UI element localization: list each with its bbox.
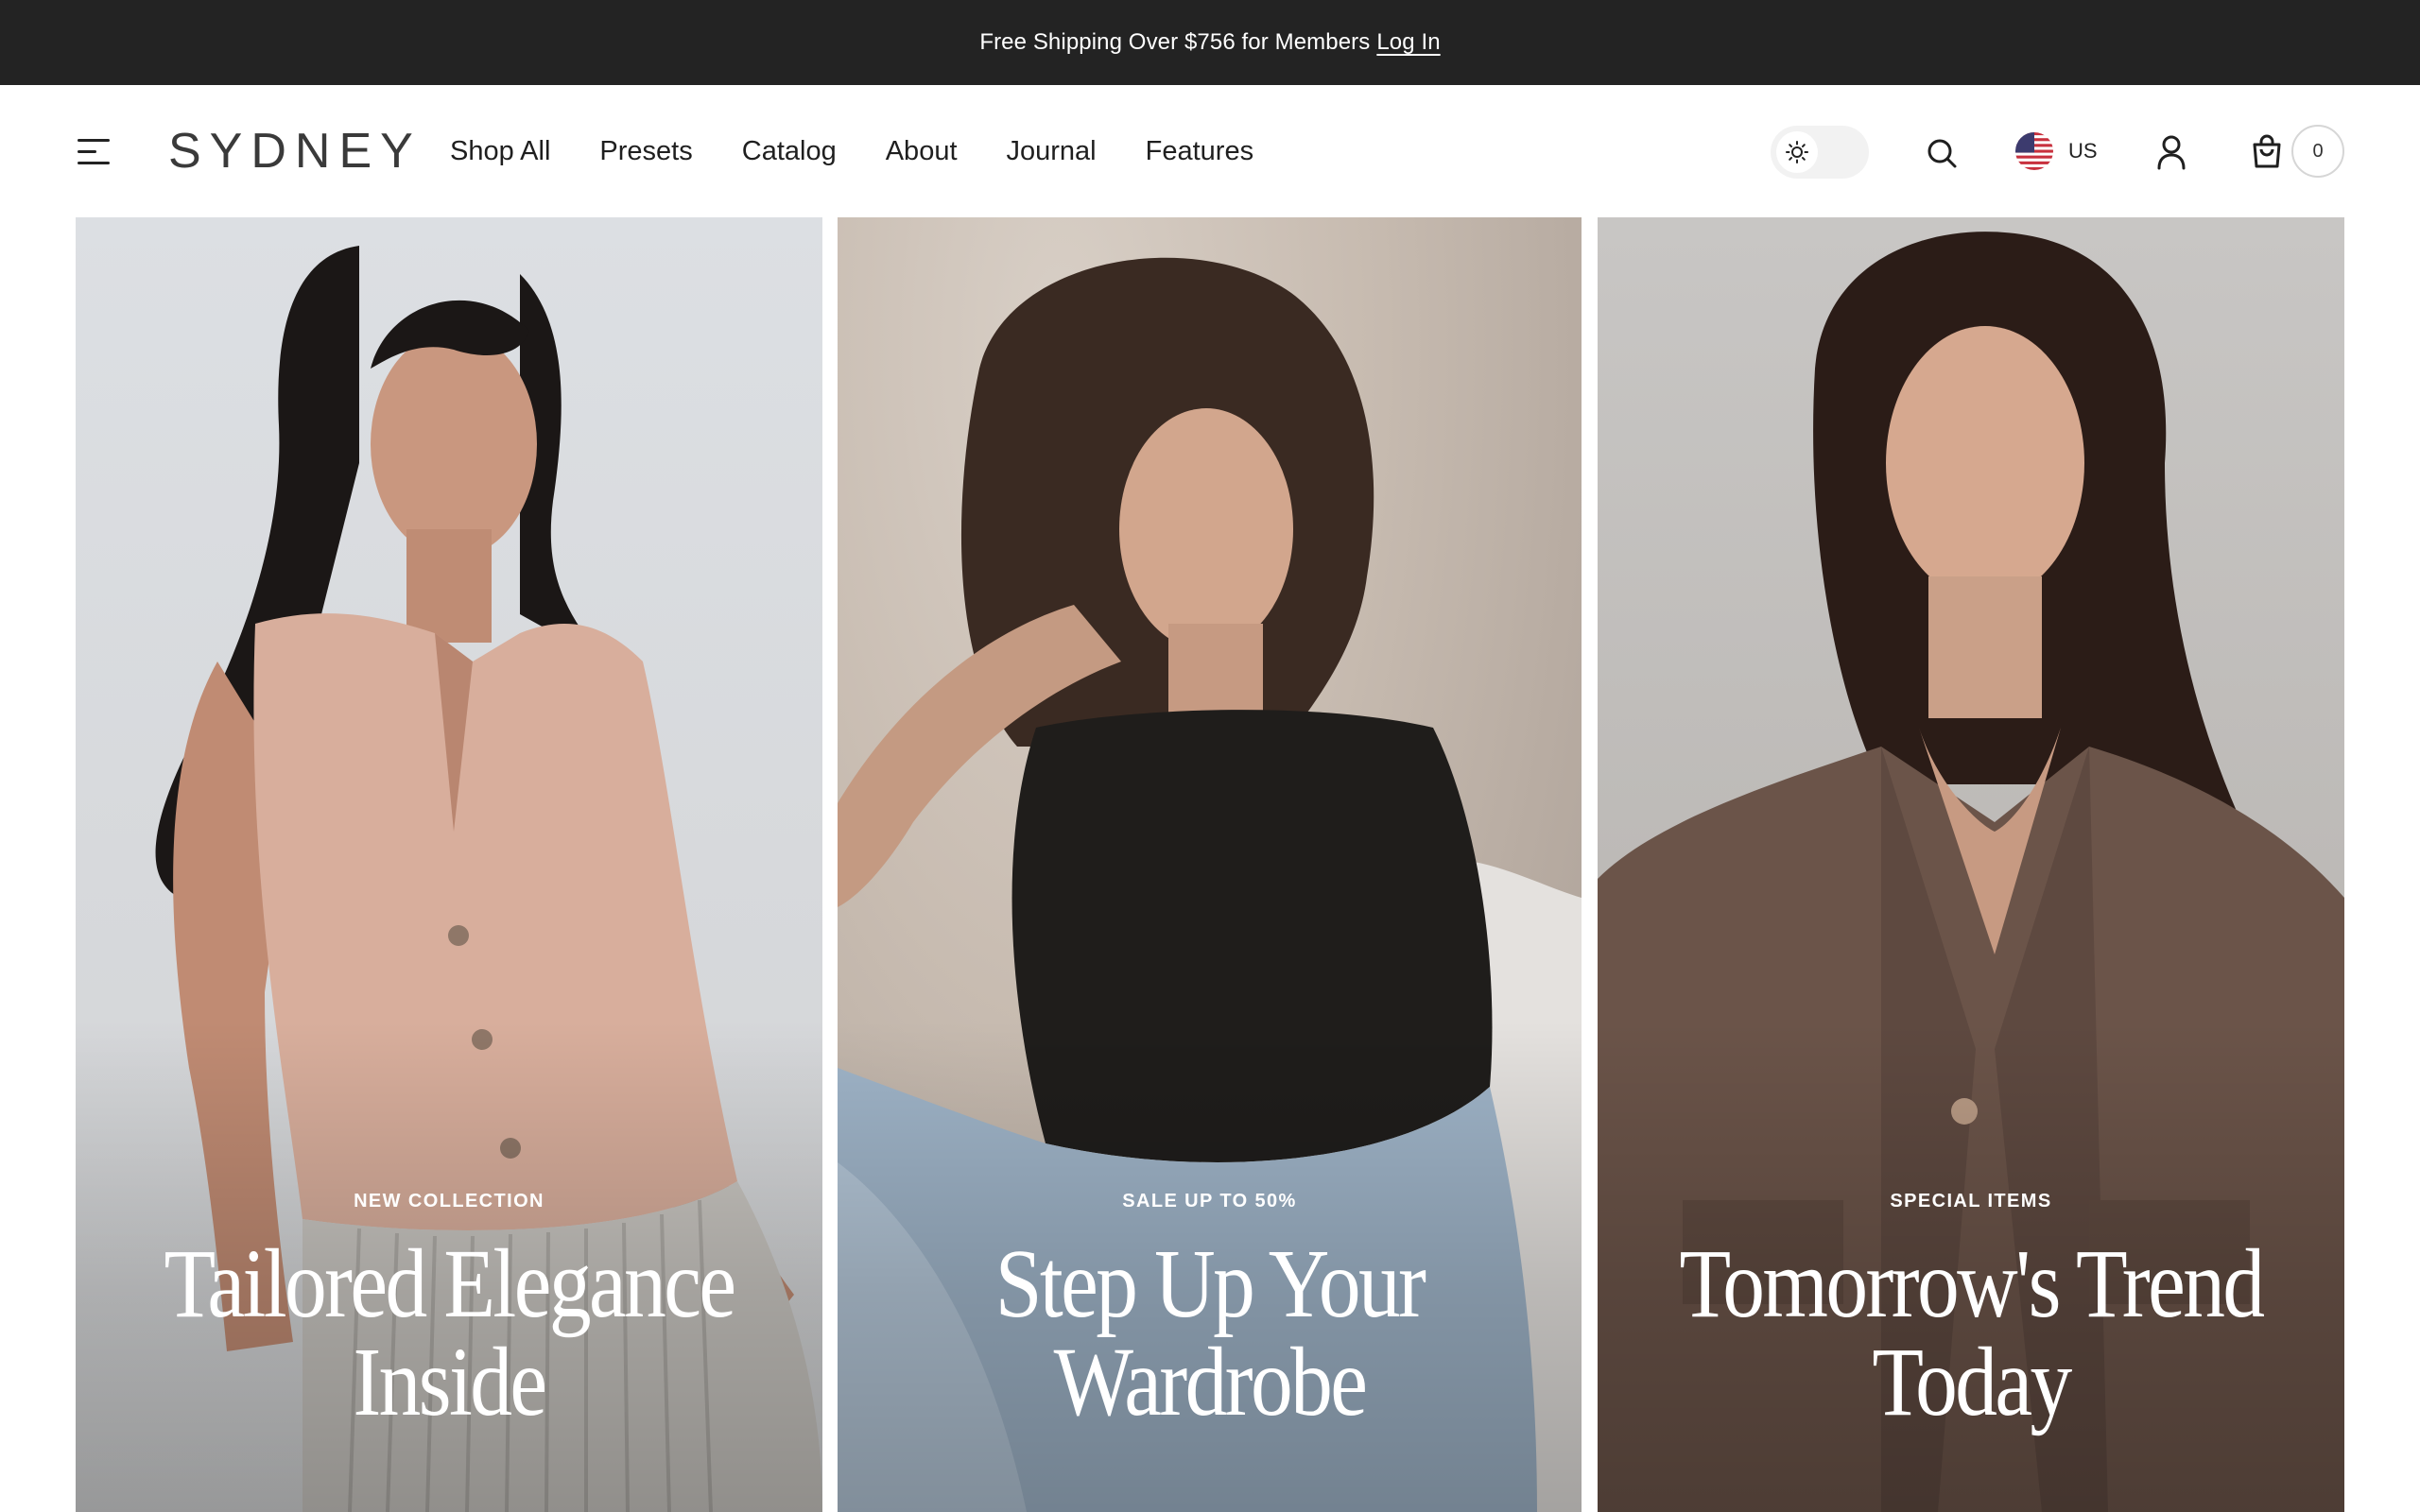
nav-about[interactable]: About	[886, 136, 958, 167]
hero-caption: SALE UP TO 50% Step Up Your Wardrobe	[838, 1191, 1582, 1432]
user-icon[interactable]	[2153, 132, 2189, 172]
hero-caption: SPECIAL ITEMS Tomorrow's Trend Today	[1598, 1191, 2344, 1432]
search-icon[interactable]	[1923, 134, 1961, 172]
locale-selector[interactable]: US	[2015, 130, 2098, 172]
nav-features[interactable]: Features	[1146, 136, 1253, 167]
locale-code: US	[2068, 139, 2098, 163]
hamburger-menu-icon[interactable]	[78, 137, 112, 167]
nav-presets[interactable]: Presets	[599, 136, 692, 167]
hero-eyebrow: SALE UP TO 50%	[1122, 1191, 1297, 1211]
hero-panel-sale[interactable]: SALE UP TO 50% Step Up Your Wardrobe	[838, 217, 1582, 1512]
hero-panel-new-collection[interactable]: NEW COLLECTION Tailored Elegance Inside	[76, 217, 822, 1512]
announcement-text: Free Shipping Over $756 for Members	[979, 29, 1371, 55]
hero-panel-special-items[interactable]: SPECIAL ITEMS Tomorrow's Trend Today	[1598, 217, 2344, 1512]
hero-headline: Tailored Elegance Inside	[164, 1229, 737, 1436]
site-logo[interactable]: SYDNEY	[168, 121, 422, 181]
us-flag-icon	[2015, 132, 2053, 170]
site-header: SYDNEY Shop All Presets Catalog About Jo…	[0, 85, 2420, 217]
hero-caption: NEW COLLECTION Tailored Elegance Inside	[76, 1191, 822, 1432]
nav-journal[interactable]: Journal	[1007, 136, 1097, 167]
hero-eyebrow: NEW COLLECTION	[354, 1191, 544, 1211]
main-nav: Shop All Presets Catalog About Journal F…	[450, 127, 1253, 176]
nav-catalog[interactable]: Catalog	[742, 136, 837, 167]
hero-headline: Step Up Your Wardrobe	[994, 1229, 1426, 1436]
theme-toggle[interactable]	[1771, 126, 1869, 179]
cart-count-badge[interactable]: 0	[2291, 125, 2344, 178]
hero-headline: Tomorrow's Trend Today	[1679, 1229, 2265, 1436]
sun-icon	[1776, 131, 1818, 173]
nav-shop-all[interactable]: Shop All	[450, 136, 550, 167]
shopping-bag-icon[interactable]	[2248, 130, 2286, 172]
login-link[interactable]: Log In	[1376, 29, 1440, 56]
hero-eyebrow: SPECIAL ITEMS	[1890, 1191, 2052, 1211]
announcement-bar: Free Shipping Over $756 for Members Log …	[0, 0, 2420, 85]
